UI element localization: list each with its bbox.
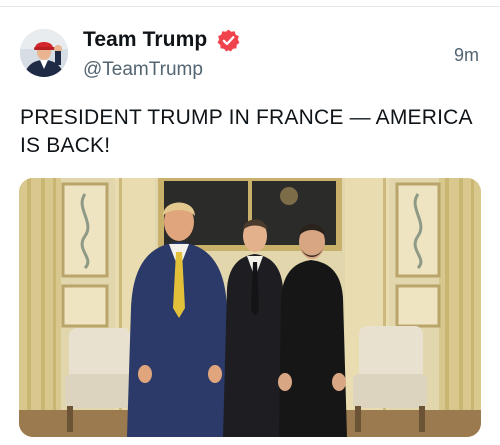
post-text: PRESIDENT TRUMP IN FRANCE — AMERICA IS B… bbox=[20, 106, 472, 157]
post-photo[interactable] bbox=[19, 178, 481, 437]
avatar[interactable] bbox=[20, 29, 68, 77]
verified-badge-icon bbox=[216, 28, 241, 53]
author-handle[interactable]: @TeamTrump bbox=[83, 58, 203, 82]
display-name[interactable]: Team Trump bbox=[83, 27, 207, 53]
post-timestamp[interactable]: 9m bbox=[454, 44, 479, 66]
post-card[interactable]: Team Trump @TeamTrump 9m PRESIDENT TRUMP… bbox=[0, 0, 500, 445]
